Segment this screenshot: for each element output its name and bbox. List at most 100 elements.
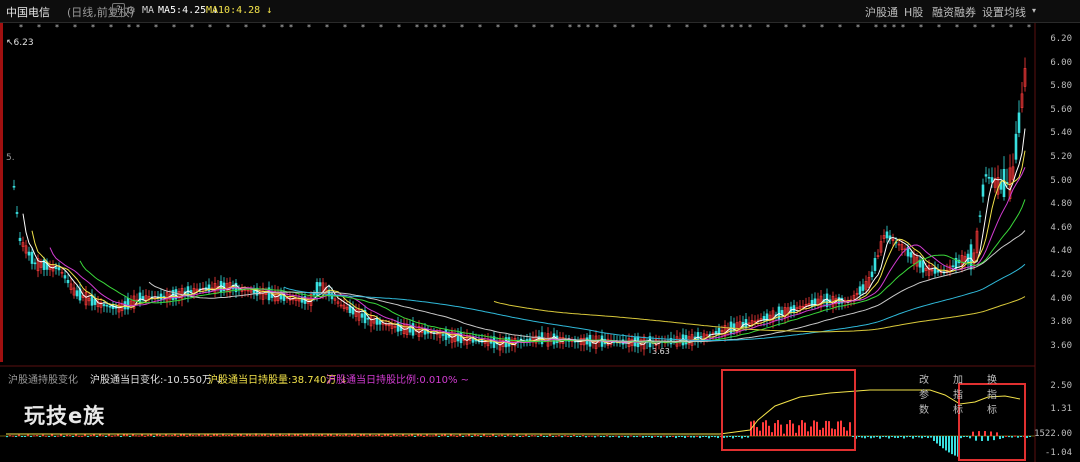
- holding-change-bar: [300, 435, 302, 437]
- holding-change-bar: [357, 435, 359, 437]
- holding-change-bar: [873, 436, 875, 438]
- holding-change-bar: [780, 424, 782, 436]
- holding-change-bar: [933, 436, 935, 441]
- event-marker: *: [550, 23, 554, 32]
- holding-change-bar: [945, 436, 947, 451]
- holding-change-bar: [492, 434, 494, 436]
- holding-change-bar: [735, 436, 737, 437]
- holding-change-bar: [513, 436, 515, 437]
- holding-change-bar: [201, 435, 203, 437]
- holding-change-bar: [87, 436, 89, 437]
- stock-chart-canvas[interactable]: * * * * * * * * * * * * * * * * * * * * * * * * * * * * * * * * * * * * * * * *…: [0, 0, 1080, 462]
- event-marker: *: [721, 23, 725, 32]
- holding-change-bar: [960, 436, 962, 439]
- holding-change-bar: [594, 436, 596, 438]
- holding-change-bar: [441, 434, 443, 436]
- holding-change-bar: [78, 435, 80, 437]
- holding-change-bar: [813, 420, 815, 436]
- holding-change-bar: [546, 436, 548, 437]
- holding-change-bar: [897, 436, 899, 438]
- holding-change-bar: [669, 436, 671, 437]
- holding-change-bar: [501, 434, 503, 436]
- holding-change-bar: [657, 436, 659, 437]
- event-marker: *: [442, 23, 446, 32]
- event-marker: *: [1027, 23, 1031, 32]
- help-icon[interactable]: ?: [112, 3, 125, 17]
- candle-body: [1017, 112, 1021, 133]
- holding-change-bar: [555, 435, 557, 437]
- holding-change-bar: [843, 427, 845, 436]
- holding-change-bar: [339, 434, 341, 436]
- event-marker: *: [766, 23, 770, 32]
- candle-body: [375, 318, 379, 325]
- event-marker: *: [496, 23, 500, 32]
- holding-change-bar: [987, 436, 989, 441]
- holding-change-bar: [180, 434, 182, 436]
- stock-name[interactable]: 中国电信: [6, 4, 50, 20]
- holding-change-bar: [6, 436, 8, 438]
- event-marker: *: [595, 23, 599, 32]
- event-marker: *: [109, 23, 113, 32]
- holding-change-bar: [381, 435, 383, 437]
- holding-change-bar: [306, 434, 308, 436]
- chevron-down-icon[interactable]: ▾: [1032, 6, 1036, 15]
- holding-change-bar: [693, 436, 695, 438]
- event-marker: *: [379, 23, 383, 32]
- holding-change-bar: [939, 436, 941, 446]
- candle-body: [981, 184, 985, 197]
- holding-change-bar: [834, 429, 836, 436]
- holding-change-bar: [993, 436, 995, 441]
- holding-change-bar: [351, 434, 353, 436]
- gear-icon[interactable]: ⚙: [126, 4, 136, 17]
- switch-indicator-button[interactable]: 换指标: [987, 371, 997, 416]
- edit-params-button[interactable]: 改参数: [919, 371, 929, 416]
- holding-change-bar: [561, 436, 563, 438]
- event-marker: *: [433, 23, 437, 32]
- holding-change-bar: [783, 433, 785, 436]
- holding-change-bar: [30, 436, 32, 437]
- event-marker: *: [460, 23, 464, 32]
- holding-change-bar: [675, 436, 677, 439]
- event-marker: *: [586, 23, 590, 32]
- event-marker: *: [19, 23, 23, 32]
- holding-change-bar: [870, 436, 872, 439]
- candle-body: [441, 334, 445, 336]
- tab-h-share[interactable]: H股: [904, 4, 923, 20]
- candle-body: [951, 265, 955, 268]
- holding-change-bar: [936, 436, 938, 444]
- holding-change-bar: [684, 436, 686, 439]
- holding-change-bar: [597, 435, 599, 437]
- add-indicator-button[interactable]: 加指标: [953, 371, 963, 416]
- holding-change-bar: [681, 436, 683, 437]
- holding-change-bar: [639, 435, 641, 437]
- tab-margin-trading[interactable]: 融资融券: [932, 4, 976, 20]
- y-tick-label: 4.20: [1050, 270, 1072, 280]
- candle-body: [984, 174, 988, 177]
- holding-change-bar: [129, 436, 131, 437]
- indicator-name[interactable]: 沪股通持股变化: [8, 371, 78, 386]
- holding-change-bar: [498, 435, 500, 437]
- tab-ma-settings[interactable]: 设置均线: [982, 4, 1026, 20]
- candle-body: [207, 284, 211, 292]
- holding-change-bar: [204, 434, 206, 436]
- sub-y-tick-label: 1522.00: [1034, 429, 1072, 439]
- holding-change-bar: [564, 435, 566, 437]
- holding-change-bar: [75, 434, 77, 436]
- holding-change-bar: [537, 436, 539, 437]
- holding-change-bar: [525, 434, 527, 436]
- y-tick-label: 4.60: [1050, 222, 1072, 233]
- holding-change-bar: [420, 434, 422, 436]
- holding-change-bar: [804, 422, 806, 436]
- holding-change-bar: [744, 436, 746, 437]
- candle-body: [444, 329, 448, 340]
- holding-change-bar: [723, 436, 725, 438]
- holding-change-bar: [315, 435, 317, 437]
- holding-change-bar: [45, 435, 47, 437]
- holding-change-bar: [645, 436, 647, 437]
- candle-body: [159, 293, 163, 300]
- holding-change-bar: [471, 436, 473, 437]
- holding-change-bar: [1017, 436, 1019, 438]
- holding-change-bar: [663, 435, 665, 437]
- holding-change-bar: [408, 434, 410, 436]
- tab-hugutong[interactable]: 沪股通: [865, 4, 898, 20]
